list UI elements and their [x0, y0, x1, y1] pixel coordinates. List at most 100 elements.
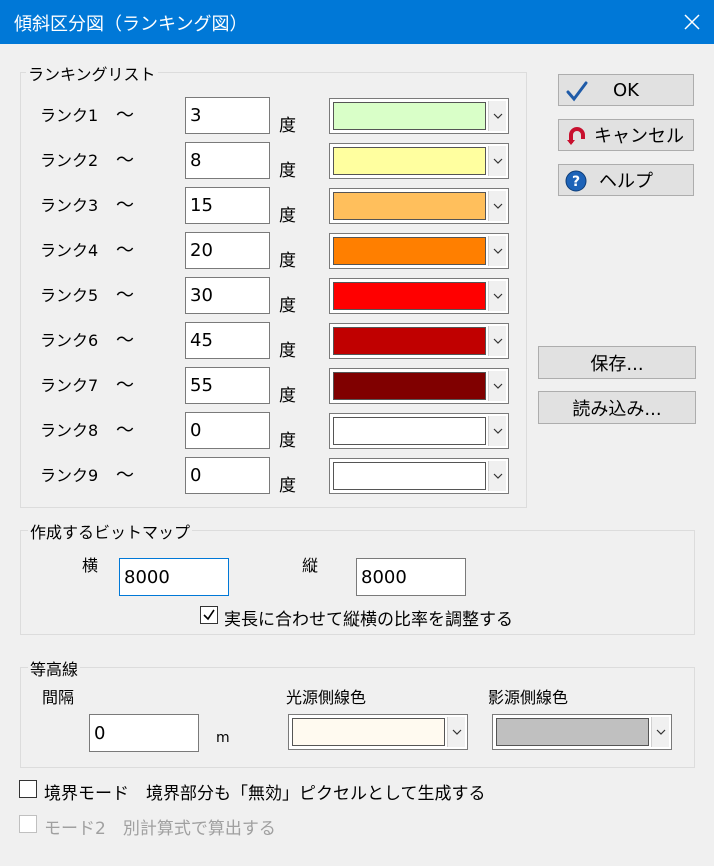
rank-color-dropdown-arrow[interactable] [488, 326, 506, 356]
rank-label: ランク6 [40, 331, 99, 350]
bitmap-height-input[interactable]: 8000 [356, 558, 466, 596]
contour-interval-unit: m [216, 730, 230, 746]
rank-color-dropdown-arrow[interactable] [488, 461, 506, 491]
rank-color-swatch [333, 237, 486, 265]
rank-threshold-input[interactable]: 0 [185, 412, 270, 449]
cancel-button[interactable]: キャンセル [558, 119, 694, 151]
rank-label: ランク5 [40, 286, 99, 305]
light-color-swatch [292, 718, 445, 746]
load-button[interactable]: 読み込み... [538, 391, 696, 424]
rank-tilde: ～ [116, 195, 134, 216]
mode2-checkbox [19, 815, 37, 833]
load-button-label: 読み込み... [572, 398, 662, 420]
contour-interval-label: 間隔 [42, 688, 75, 707]
ok-button-label: OK [613, 79, 639, 101]
boundary-mode-label: 境界モード 境界部分も「無効」ピクセルとして生成する [44, 784, 486, 804]
contour-group-title: 等高線 [28, 656, 81, 680]
chevron-down-icon [493, 338, 502, 344]
title-bar: 傾斜区分図（ランキング図） [0, 0, 714, 44]
rank-tilde: ～ [116, 150, 134, 171]
rank-color-swatch [333, 372, 486, 400]
rank-tilde: ～ [116, 285, 134, 306]
shadow-color-label: 影源側線色 [488, 688, 569, 707]
rank-color-swatch [333, 192, 486, 220]
rank-label: ランク9 [40, 466, 99, 485]
rank-color-dropdown-arrow[interactable] [488, 416, 506, 446]
help-button[interactable]: ? ヘルプ [558, 164, 694, 196]
rank-label: ランク2 [40, 151, 99, 170]
chevron-down-icon [493, 203, 502, 209]
undo-icon [567, 127, 585, 145]
boundary-mode-checkbox[interactable] [19, 780, 37, 798]
close-button[interactable] [670, 0, 714, 44]
rank-threshold-input[interactable]: 8 [185, 142, 270, 179]
rank-unit: 度 [279, 251, 296, 271]
close-icon [684, 14, 700, 30]
rank-threshold-input[interactable]: 45 [185, 322, 270, 359]
light-color-select[interactable] [288, 714, 468, 750]
rank-unit: 度 [279, 116, 296, 136]
aspect-ratio-label: 実長に合わせて縦横の比率を調整する [224, 610, 513, 630]
ok-button[interactable]: OK [558, 74, 694, 106]
mode2-label: モード2 別計算式で算出する [44, 819, 276, 839]
rank-label: ランク3 [40, 196, 99, 215]
rank-color-dropdown-arrow[interactable] [488, 371, 506, 401]
save-button-label: 保存... [590, 353, 644, 375]
light-color-dropdown-arrow[interactable] [447, 717, 465, 747]
rank-color-dropdown-arrow[interactable] [488, 236, 506, 266]
rank-color-dropdown-arrow[interactable] [488, 146, 506, 176]
bitmap-height-label: 縦 [302, 556, 319, 575]
rank-color-swatch [333, 282, 486, 310]
contour-interval-input[interactable]: 0 [89, 714, 199, 752]
rank-tilde: ～ [116, 105, 134, 126]
rank-color-select[interactable] [329, 98, 509, 134]
rank-tilde: ～ [116, 420, 134, 441]
rank-color-select[interactable] [329, 323, 509, 359]
shadow-color-select[interactable] [492, 714, 672, 750]
rank-color-dropdown-arrow[interactable] [488, 191, 506, 221]
bitmap-width-label: 横 [82, 556, 99, 575]
rank-color-dropdown-arrow[interactable] [488, 281, 506, 311]
chevron-down-icon [493, 113, 502, 119]
rank-label: ランク1 [40, 106, 99, 125]
aspect-ratio-checkbox[interactable] [200, 606, 218, 624]
rank-threshold-input[interactable]: 30 [185, 277, 270, 314]
chevron-down-icon [452, 729, 461, 735]
ranking-group-title: ランキングリスト [26, 61, 158, 85]
rank-color-swatch [333, 462, 486, 490]
svg-text:?: ? [572, 174, 580, 190]
rank-threshold-input[interactable]: 15 [185, 187, 270, 224]
rank-threshold-input[interactable]: 0 [185, 457, 270, 494]
rank-unit: 度 [279, 341, 296, 361]
rank-color-dropdown-arrow[interactable] [488, 101, 506, 131]
rank-unit: 度 [279, 206, 296, 226]
rank-color-swatch [333, 327, 486, 355]
rank-color-swatch [333, 147, 486, 175]
checkmark-icon [203, 609, 215, 621]
rank-threshold-input[interactable]: 3 [185, 97, 270, 134]
rank-tilde: ～ [116, 375, 134, 396]
light-color-label: 光源側線色 [286, 688, 367, 707]
help-icon: ? [565, 170, 587, 192]
rank-color-select[interactable] [329, 143, 509, 179]
rank-threshold-input[interactable]: 55 [185, 367, 270, 404]
chevron-down-icon [493, 293, 502, 299]
rank-unit: 度 [279, 296, 296, 316]
rank-threshold-input[interactable]: 20 [185, 232, 270, 269]
rank-color-select[interactable] [329, 413, 509, 449]
rank-color-select[interactable] [329, 188, 509, 224]
save-button[interactable]: 保存... [538, 346, 696, 379]
rank-color-select[interactable] [329, 458, 509, 494]
bitmap-width-input[interactable]: 8000 [119, 558, 229, 596]
shadow-color-dropdown-arrow[interactable] [651, 717, 669, 747]
rank-label: ランク8 [40, 421, 99, 440]
rank-color-select[interactable] [329, 233, 509, 269]
rank-color-swatch [333, 102, 486, 130]
rank-color-select[interactable] [329, 368, 509, 404]
rank-color-select[interactable] [329, 278, 509, 314]
shadow-color-swatch [496, 718, 649, 746]
chevron-down-icon [493, 428, 502, 434]
rank-unit: 度 [279, 161, 296, 181]
chevron-down-icon [656, 729, 665, 735]
rank-color-swatch [333, 417, 486, 445]
